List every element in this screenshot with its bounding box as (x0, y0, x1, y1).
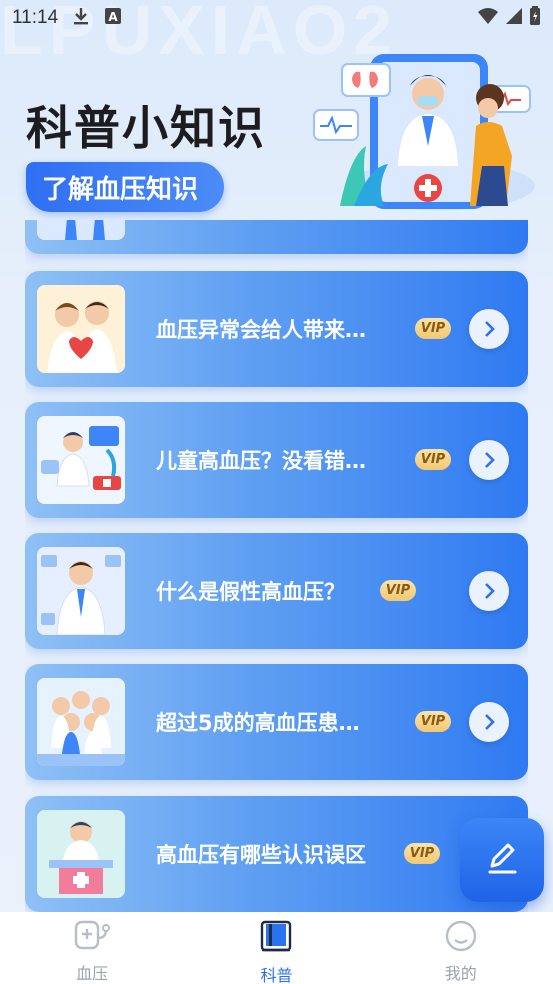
edit-pen-icon (482, 838, 522, 882)
stethoscope-icon (72, 920, 112, 956)
article-thumbnail (37, 416, 125, 504)
article-card[interactable]: 高血压有哪些认识误区 VIP (25, 796, 528, 912)
tab-label: 血压 (76, 964, 109, 983)
vip-badge: VIP (415, 711, 451, 732)
hero-illustration (310, 46, 540, 214)
article-card[interactable]: 血压异常会给人带来… VIP (25, 271, 528, 387)
wifi-icon (477, 7, 499, 30)
chevron-right-icon[interactable] (469, 702, 509, 742)
article-title: 儿童高血压？没看错… (156, 449, 366, 473)
book-icon (260, 920, 292, 958)
article-title: 什么是假性高血压？ (156, 580, 345, 604)
keyboard-a-icon: A (104, 7, 122, 29)
article-title: 高血压有哪些认识误区 (156, 843, 366, 867)
tab-label: 科普 (260, 966, 293, 984)
tab-science[interactable]: 科普 (216, 920, 336, 984)
tab-blood-pressure[interactable]: 血压 (32, 920, 152, 984)
article-title: 血压异常会给人带来… (156, 318, 366, 342)
tab-mine[interactable]: 我的 (401, 920, 521, 984)
status-bar: 11:14 A (0, 0, 553, 36)
vip-badge: VIP (415, 318, 451, 339)
article-list[interactable]: 血压异常会给人带来… VIP 儿童高血压？没看错… VIP 什么是假性高血压？ … (25, 220, 528, 912)
svg-text:A: A (108, 10, 118, 24)
article-thumbnail (37, 285, 125, 373)
signal-icon (505, 7, 523, 30)
article-thumbnail (37, 678, 125, 766)
bottom-tab-bar: 血压 科普 我的 (0, 912, 553, 984)
vip-badge: VIP (415, 449, 451, 470)
article-thumbnail (37, 810, 125, 898)
download-icon (72, 6, 90, 30)
write-fab-button[interactable] (460, 818, 544, 902)
chevron-right-icon[interactable] (469, 440, 509, 480)
article-thumbnail (37, 547, 125, 635)
smile-icon (444, 920, 478, 956)
article-card[interactable]: 儿童高血压？没看错… VIP (25, 402, 528, 518)
vip-badge: VIP (404, 843, 440, 864)
chevron-right-icon[interactable] (469, 571, 509, 611)
status-time: 11:14 (12, 7, 59, 28)
article-card-partial[interactable] (25, 220, 528, 254)
article-card[interactable]: 超过5成的高血压患… VIP (25, 664, 528, 780)
article-title: 超过5成的高血压患… (156, 711, 360, 735)
tab-label: 我的 (444, 964, 477, 983)
chevron-right-icon[interactable] (469, 309, 509, 349)
vip-badge: VIP (380, 580, 416, 601)
article-card[interactable]: 什么是假性高血压？ VIP (25, 533, 528, 649)
article-thumbnail (37, 220, 125, 240)
battery-icon (529, 5, 541, 31)
subtitle-badge: 了解血压知识 (26, 162, 224, 212)
page-title: 科普小知识 (26, 101, 266, 155)
